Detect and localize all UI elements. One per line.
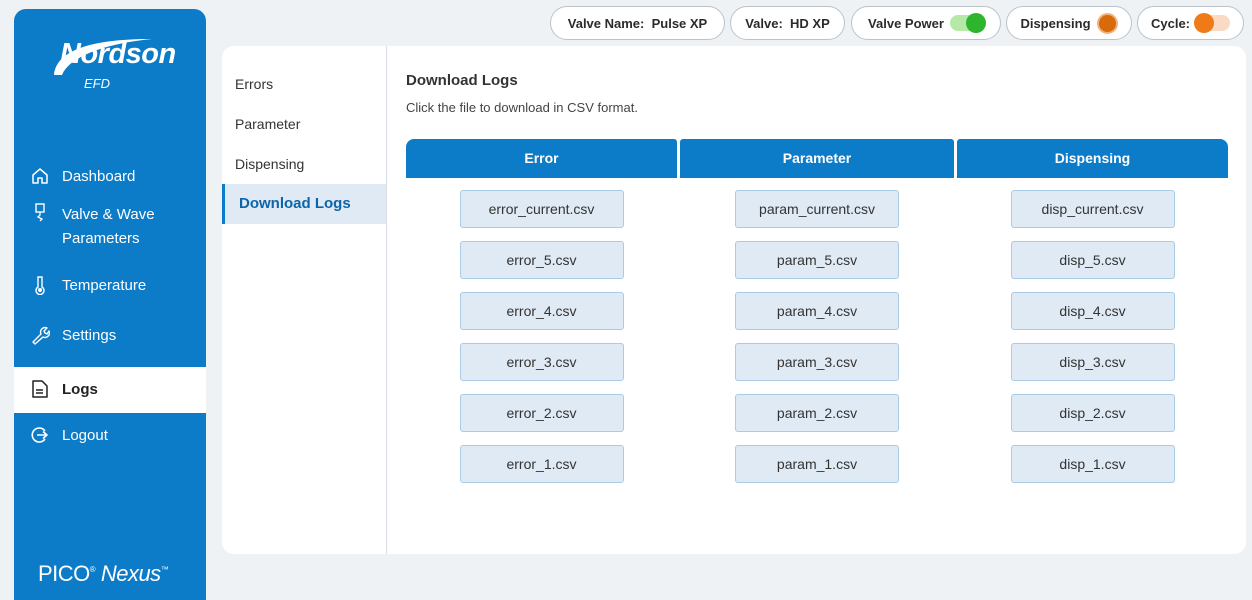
cycle-label: Cycle: (1150, 15, 1191, 31)
logs-subnav: Errors Parameter Dispensing Download Log… (222, 64, 387, 224)
valve-name-label: Valve Name: Pulse XP (567, 15, 708, 31)
file-button[interactable]: disp_5.csv (1010, 241, 1175, 279)
home-icon (30, 166, 50, 186)
valve-label: Valve: HD XP (745, 15, 830, 31)
table-header: Error Parameter Dispensing (406, 139, 1228, 178)
file-button[interactable]: disp_2.csv (1010, 394, 1175, 432)
valve-name-pill: Valve Name: Pulse XP (550, 6, 725, 40)
sidebar-item-logs[interactable]: Logs (14, 367, 206, 413)
sidebar-nav: Dashboard Valve & Wave Parameters Temper… (14, 155, 206, 459)
file-button[interactable]: error_4.csv (459, 292, 624, 330)
file-button[interactable]: error_current.csv (459, 190, 624, 228)
file-button[interactable]: param_2.csv (735, 394, 899, 432)
sidebar-item-settings[interactable]: Settings (14, 321, 206, 367)
sidebar-item-label: Temperature (62, 277, 147, 294)
download-logs-table: Error Parameter Dispensing error_current… (406, 139, 1228, 496)
sidebar-item-label: Settings (62, 327, 117, 344)
sidebar-item-valve-wave-parameters[interactable]: Valve & Wave Parameters (14, 201, 206, 273)
file-button[interactable]: disp_current.csv (1010, 190, 1175, 228)
file-button[interactable]: param_4.csv (735, 292, 899, 330)
sidebar-item-logout[interactable]: Logout (14, 413, 206, 459)
subnav-errors[interactable]: Errors (222, 64, 387, 104)
dispensing-indicator-icon (1096, 12, 1118, 34)
file-button[interactable]: param_5.csv (735, 241, 899, 279)
page-subtitle: Click the file to download in CSV format… (406, 100, 638, 115)
file-button[interactable]: disp_4.csv (1010, 292, 1175, 330)
logout-icon (30, 425, 50, 445)
cycle-toggle[interactable] (1194, 13, 1231, 33)
file-button[interactable]: error_5.csv (459, 241, 624, 279)
logo-text: Nordson (60, 38, 176, 70)
cycle-pill: Cycle: (1137, 6, 1244, 40)
file-button[interactable]: param_current.csv (735, 190, 899, 228)
file-button[interactable]: param_1.csv (735, 445, 899, 483)
dispensing-label: Dispensing (1020, 15, 1091, 31)
page-title: Download Logs (406, 72, 518, 89)
file-button[interactable]: error_1.csv (459, 445, 624, 483)
download-logs-content: Download Logs Click the file to download… (406, 72, 1228, 483)
column-header-error: Error (406, 139, 677, 178)
dispensing-files-column: disp_current.csv disp_5.csv disp_4.csv d… (957, 178, 1228, 496)
sidebar-item-dashboard[interactable]: Dashboard (14, 155, 206, 201)
thermometer-icon (30, 275, 50, 295)
valve-power-toggle[interactable] (949, 13, 986, 33)
subnav-divider (386, 46, 387, 554)
dispensing-pill: Dispensing (1006, 6, 1132, 40)
sidebar-item-label: Valve & Wave Parameters (62, 206, 155, 247)
file-button[interactable]: error_3.csv (459, 343, 624, 381)
main-panel: Errors Parameter Dispensing Download Log… (222, 46, 1246, 554)
valve-power-pill: Valve Power (851, 6, 1001, 40)
wrench-icon (30, 325, 50, 345)
logo-subtext: EFD (84, 76, 110, 91)
sidebar-item-label: Logout (62, 427, 108, 444)
sidebar-item-label: Dashboard (62, 168, 136, 185)
parameter-files-column: param_current.csv param_5.csv param_4.cs… (680, 178, 954, 496)
file-button[interactable]: error_2.csv (459, 394, 624, 432)
valve-power-label: Valve Power (868, 15, 944, 31)
table-body: error_current.csv error_5.csv error_4.cs… (406, 178, 1228, 496)
valve-pill: Valve: HD XP (730, 6, 845, 40)
subnav-dispensing[interactable]: Dispensing (222, 144, 387, 184)
sidebar: Nordson EFD Dashboard Valve & Wave Param… (14, 9, 206, 600)
sidebar-item-temperature[interactable]: Temperature (14, 273, 206, 321)
file-button[interactable]: disp_3.csv (1010, 343, 1175, 381)
file-button[interactable]: disp_1.csv (1010, 445, 1175, 483)
nordson-logo: Nordson EFD (40, 25, 190, 105)
document-icon (30, 379, 50, 399)
column-header-parameter: Parameter (680, 139, 954, 178)
subnav-parameter[interactable]: Parameter (222, 104, 387, 144)
column-header-dispensing: Dispensing (957, 139, 1228, 178)
subnav-download-logs[interactable]: Download Logs (222, 184, 387, 224)
valve-icon (30, 203, 50, 223)
sidebar-item-label: Logs (62, 381, 98, 398)
pico-nexus-logo: PICO® Nexus™ (38, 561, 169, 586)
file-button[interactable]: param_3.csv (735, 343, 899, 381)
error-files-column: error_current.csv error_5.csv error_4.cs… (406, 178, 677, 496)
